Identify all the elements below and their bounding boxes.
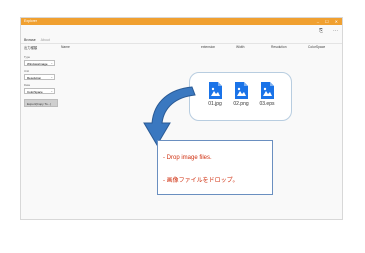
file-item: 01.jpg	[203, 82, 227, 107]
tab-browse[interactable]: Browse	[24, 38, 36, 42]
image-file-icon	[234, 82, 248, 99]
width-column-header[interactable]: Width	[236, 45, 244, 49]
maximize-button[interactable]: ☐	[325, 18, 329, 25]
drop-instruction-callout: - Drop image files. - 画像ファイルをドロップ。	[157, 140, 273, 195]
more-options-icon[interactable]: ···	[333, 28, 338, 34]
extension-column-header[interactable]: extension	[201, 45, 215, 49]
output-type-header: 出力種類	[24, 46, 38, 50]
colorspace-column-header[interactable]: ColorSpace	[308, 45, 325, 49]
image-file-icon	[260, 82, 274, 99]
copy-icon[interactable]: ⎘	[319, 28, 323, 34]
window-title: Explorer	[24, 19, 38, 23]
file-name: 01.jpg	[208, 101, 222, 107]
data-select[interactable]: ColorSpace	[24, 88, 55, 94]
file-name: 03.eps	[259, 101, 275, 107]
settings-panel: Type WindowsImage Unit Resolution Data C…	[24, 52, 58, 107]
tab-bar: Browse About	[24, 38, 50, 42]
divider	[21, 43, 342, 44]
title-bar[interactable]: Explorer – ☐ ✕	[21, 18, 342, 25]
close-button[interactable]: ✕	[335, 18, 338, 25]
window-controls: – ☐ ✕	[317, 18, 338, 25]
image-file-icon	[208, 82, 222, 99]
file-item: 03.eps	[255, 82, 279, 107]
file-item: 02.png	[229, 82, 253, 107]
resolution-column-header[interactable]: Resolution	[271, 45, 287, 49]
type-select[interactable]: WindowsImage	[24, 60, 55, 66]
type-label: Type	[24, 55, 31, 59]
drag-files-preview: 01.jpg 02.png 03.eps	[189, 72, 292, 121]
file-name: 02.png	[233, 101, 249, 107]
unit-label: Unit	[24, 69, 29, 73]
tab-about[interactable]: About	[41, 38, 50, 42]
export-button[interactable]: Export(Copy To...)	[24, 99, 58, 107]
unit-select[interactable]: Resolution	[24, 74, 55, 80]
name-column-header[interactable]: Name	[61, 45, 70, 49]
instruction-japanese: - 画像ファイルをドロップ。	[163, 178, 239, 184]
minimize-button[interactable]: –	[317, 18, 319, 25]
instruction-english: - Drop image files.	[163, 155, 212, 161]
data-label: Data	[24, 83, 30, 87]
toolbar: ⎘ ···	[319, 28, 338, 34]
